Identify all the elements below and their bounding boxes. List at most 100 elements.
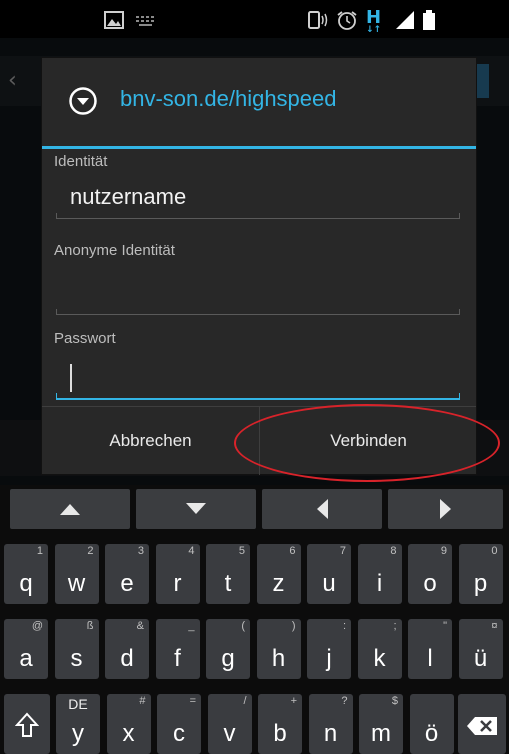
- signal-icon: [396, 11, 414, 29]
- key-hint: $: [391, 695, 398, 707]
- key-label: j: [326, 645, 332, 672]
- key-label: x: [122, 720, 135, 747]
- arrow-down-key[interactable]: [136, 489, 256, 529]
- arrow-key-row: [0, 485, 509, 531]
- key-w[interactable]: 2w: [54, 544, 99, 604]
- key-label: a: [19, 645, 33, 672]
- anonymous-identity-field[interactable]: [56, 274, 460, 315]
- arrow-right-key[interactable]: [388, 489, 503, 529]
- key-hint: 7: [339, 545, 346, 557]
- arrow-up-icon: [60, 504, 80, 515]
- field-edge: [56, 393, 57, 398]
- field-edge: [459, 309, 460, 314]
- key-label: h: [271, 645, 286, 672]
- key-hint: 3: [137, 545, 144, 557]
- key-label: o: [423, 570, 437, 597]
- key-d[interactable]: & d: [105, 619, 149, 679]
- hspa-icon: H ↓↑: [366, 7, 382, 35]
- key-label: e: [120, 570, 134, 597]
- key-o[interactable]: 9o: [408, 544, 452, 604]
- key-label: n: [323, 720, 338, 747]
- key-hint: ¤: [491, 620, 498, 632]
- text-cursor: [70, 364, 72, 392]
- key-hint: ): [291, 620, 296, 632]
- key-z[interactable]: 6z: [256, 544, 301, 604]
- language-key-letter: y: [72, 720, 84, 747]
- key-r[interactable]: 4r: [155, 544, 200, 604]
- keyboard-icon: [136, 16, 154, 26]
- key-label: ö: [424, 720, 439, 747]
- key-label: s: [70, 645, 83, 672]
- key-g[interactable]: (g: [206, 619, 250, 679]
- key-hint: 1: [36, 545, 43, 557]
- key-k[interactable]: ; k: [357, 619, 402, 679]
- highlight-annotation: [234, 404, 500, 482]
- key-c[interactable]: = c: [157, 694, 201, 754]
- key-a[interactable]: @ a: [4, 619, 48, 679]
- key-e[interactable]: 3e: [105, 544, 149, 604]
- key-u[interactable]: 7u: [307, 544, 351, 604]
- key-label: f: [174, 645, 181, 672]
- key-q[interactable]: 1q: [4, 544, 48, 604]
- key-l[interactable]: " l: [408, 619, 452, 679]
- key-ö[interactable]: ö: [409, 694, 454, 754]
- field-edge: [459, 213, 460, 218]
- key-hint: :: [342, 620, 346, 632]
- shift-key[interactable]: [4, 694, 50, 754]
- key-t[interactable]: 5t: [206, 544, 250, 604]
- key-label: g: [221, 645, 235, 672]
- key-label: p: [473, 570, 488, 597]
- key-ü[interactable]: ¤ ü: [458, 619, 503, 679]
- key-hint: /: [243, 695, 247, 707]
- arrow-up-key[interactable]: [10, 489, 130, 529]
- key-p[interactable]: 0p: [458, 544, 503, 604]
- key-i[interactable]: 8i: [357, 544, 402, 604]
- language-key[interactable]: DE y: [56, 694, 100, 754]
- cancel-button[interactable]: Abbrechen: [42, 407, 260, 475]
- key-x[interactable]: # x: [106, 694, 151, 754]
- password-field[interactable]: [56, 358, 460, 400]
- identity-field[interactable]: nutzername: [56, 178, 460, 219]
- key-hint: ": [443, 620, 447, 632]
- key-f[interactable]: _ f: [155, 619, 200, 679]
- key-h[interactable]: ) h: [256, 619, 301, 679]
- key-label: c: [173, 720, 185, 747]
- gallery-icon: [104, 11, 124, 29]
- key-label: u: [322, 570, 336, 597]
- identity-value: nutzername: [70, 184, 187, 209]
- key-s[interactable]: ßs: [54, 619, 99, 679]
- key-hint: (: [241, 620, 245, 632]
- key-hint: #: [139, 695, 146, 707]
- key-label: l: [427, 645, 433, 672]
- key-hint: @: [31, 620, 43, 632]
- key-n[interactable]: ? n: [308, 694, 353, 754]
- key-m[interactable]: $ m: [359, 694, 403, 754]
- field-edge: [459, 393, 460, 398]
- shift-icon: [15, 712, 39, 737]
- key-hint: &: [136, 620, 144, 632]
- arrow-left-key[interactable]: [262, 489, 382, 529]
- anonymous-identity-label: Anonyme Identität: [54, 242, 175, 259]
- key-label: k: [373, 645, 386, 672]
- key-hint: 0: [491, 545, 498, 557]
- key-j[interactable]: :j: [307, 619, 351, 679]
- key-hint: 9: [440, 545, 447, 557]
- backspace-icon: [467, 717, 497, 735]
- battery-icon: [423, 10, 435, 30]
- field-edge: [56, 309, 57, 314]
- key-hint: +: [290, 695, 297, 707]
- key-b[interactable]: + b: [258, 694, 302, 754]
- key-hint: ?: [341, 695, 348, 707]
- arrow-right-icon: [439, 499, 451, 519]
- wifi-dropdown-icon: [69, 87, 97, 115]
- key-hint: 4: [188, 545, 195, 557]
- key-label: w: [67, 570, 86, 597]
- key-label: q: [19, 570, 33, 597]
- key-hint: 5: [238, 545, 245, 557]
- field-edge: [56, 213, 57, 218]
- backspace-key[interactable]: [458, 694, 506, 754]
- language-label: DE: [68, 696, 88, 712]
- key-label: r: [173, 570, 182, 597]
- arrow-down-icon: [186, 503, 206, 514]
- key-v[interactable]: / v: [207, 694, 252, 754]
